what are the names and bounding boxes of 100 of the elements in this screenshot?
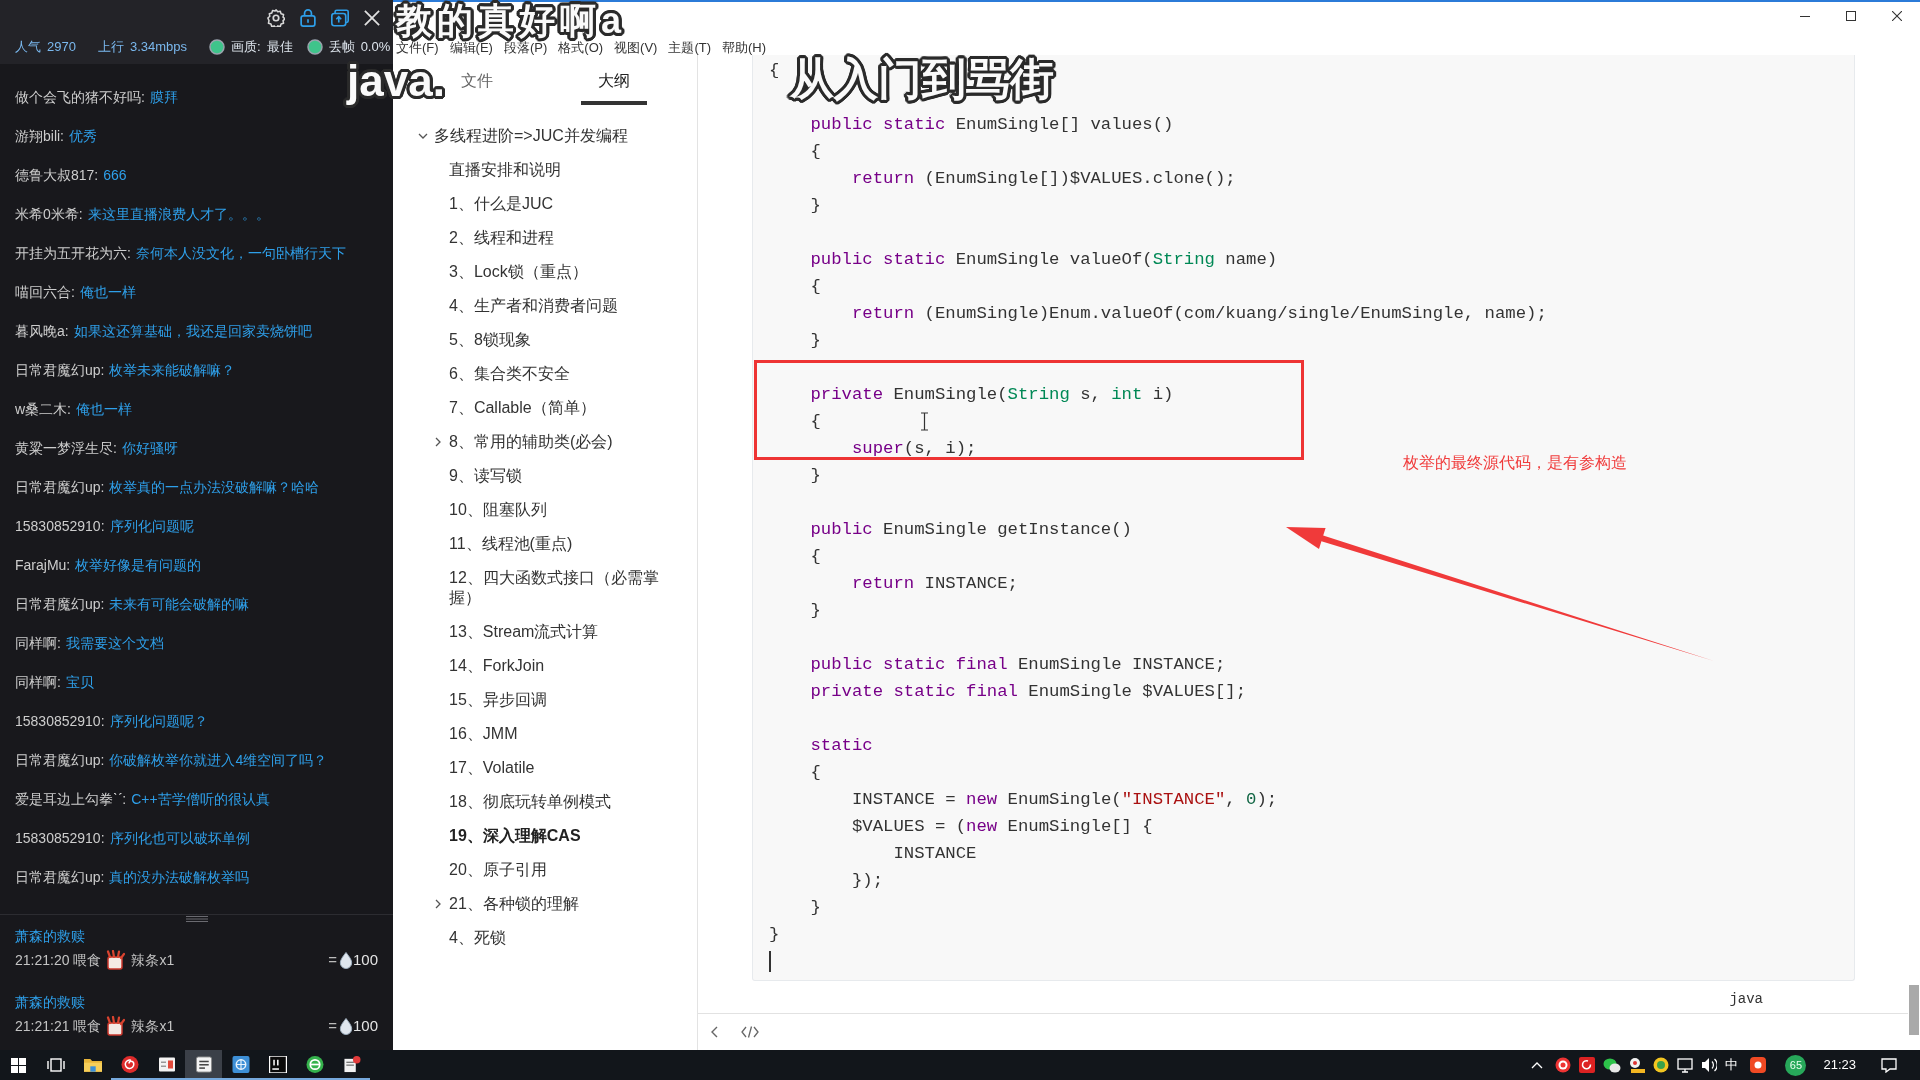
- chevron-right-icon[interactable]: [435, 437, 441, 447]
- square-app-icon: [268, 1055, 287, 1073]
- code-line: public static final EnumSingle INSTANCE;: [810, 654, 1226, 676]
- chat-username: 游翔bili:: [15, 127, 64, 146]
- drop-icon: [338, 951, 353, 969]
- chevron-down-icon[interactable]: [418, 133, 428, 139]
- menu-item[interactable]: 主题(T): [668, 40, 712, 55]
- outline-item[interactable]: 17、Volatile: [449, 758, 535, 778]
- task-view-icon: [46, 1058, 65, 1072]
- circle-app-icon: [305, 1055, 324, 1073]
- text-cursor-icon: [920, 412, 929, 431]
- sidebar-tab[interactable]: 大纲: [580, 68, 647, 105]
- code-line: }: [810, 330, 821, 352]
- gift-amount: 100: [352, 1015, 378, 1036]
- outline-item[interactable]: 21、各种锁的理解: [449, 894, 579, 914]
- chat-username: 15830852910:: [15, 517, 105, 536]
- outline-item[interactable]: 12、四大函数式接口（必需掌握）: [449, 568, 679, 608]
- code-line: static: [810, 735, 873, 757]
- outline-item[interactable]: 19、深入理解CAS: [449, 826, 581, 846]
- code-line: {: [810, 762, 821, 784]
- outline-item[interactable]: 8、常用的辅助类(必会): [449, 432, 613, 452]
- outline-item[interactable]: 10、阻塞队列: [449, 500, 547, 520]
- chat-message-text: 我需要这个文档: [65, 634, 164, 653]
- tray-app-icon[interactable]: [1629, 1057, 1646, 1073]
- chevron-left-icon[interactable]: [711, 1026, 718, 1038]
- chat-message-text: 膜拜: [149, 88, 178, 107]
- outline-item[interactable]: 6、集合类不安全: [449, 364, 570, 384]
- outline-item[interactable]: 5、8锁现象: [449, 330, 531, 350]
- gift-amount: 100: [352, 949, 378, 970]
- menu-item[interactable]: 文件(F): [396, 40, 439, 55]
- code-line: });: [851, 870, 884, 892]
- equals-sign: =: [328, 1015, 337, 1036]
- outline-item[interactable]: 3、Lock锁（重点）: [449, 262, 588, 282]
- volume-icon[interactable]: [1701, 1057, 1718, 1073]
- chat-message-text: 优秀: [69, 127, 97, 146]
- outline-item[interactable]: 2、线程和进程: [449, 228, 554, 248]
- chat-message-text: 宝贝: [65, 673, 94, 692]
- swirl-icon[interactable]: [1579, 1057, 1596, 1073]
- outline-item[interactable]: 9、读写锁: [449, 466, 522, 486]
- tray-app-icon[interactable]: [1653, 1057, 1670, 1073]
- chat-bubbles-icon[interactable]: [1603, 1057, 1622, 1073]
- chat-message-text: 枚举未来能破解嘛？: [109, 361, 236, 380]
- lock-icon[interactable]: [300, 9, 316, 27]
- chevron-up-icon[interactable]: [1531, 1061, 1544, 1069]
- code-line: return (EnumSingle)Enum.valueOf(com/kuang/single/EnumSingle, name);: [851, 303, 1547, 325]
- outline-item[interactable]: 4、死锁: [449, 928, 506, 948]
- settings-icon[interactable]: [267, 9, 285, 27]
- chat-username: 做个会飞的猪不好吗:: [15, 88, 145, 107]
- outline-item[interactable]: 11、线程池(重点): [449, 534, 573, 554]
- code-line: public static EnumSingle valueOf(String name): [810, 249, 1278, 271]
- tray-app-icon[interactable]: [1750, 1057, 1767, 1073]
- scrollbar-thumb[interactable]: [1909, 985, 1919, 1035]
- clock-time[interactable]: 21:23: [1823, 1055, 1856, 1075]
- notification-icon[interactable]: [1881, 1057, 1897, 1073]
- outline-item[interactable]: 18、彻底玩转单例模式: [449, 792, 611, 812]
- windows-logo-icon: [11, 1057, 26, 1073]
- code-line: public static EnumSingle[] values(): [810, 114, 1174, 136]
- outline-item[interactable]: 4、生产者和消费者问题: [449, 296, 618, 316]
- annotation-text: 枚举的最终源代码，是有参构造: [1403, 453, 1627, 473]
- ring-icon[interactable]: [1555, 1057, 1572, 1073]
- code-icon[interactable]: [741, 1026, 759, 1038]
- outline-item[interactable]: 1、什么是JUC: [449, 194, 553, 214]
- stat-label: 人气: [15, 38, 41, 57]
- outline-item[interactable]: 15、异步回调: [449, 690, 547, 710]
- chat-username: 德鲁大叔817:: [15, 166, 99, 185]
- chat-username: FarajMu:: [15, 556, 71, 575]
- outline-item[interactable]: 7、Callable（简单）: [449, 398, 596, 418]
- taskbar-button[interactable]: [185, 1050, 222, 1080]
- code-line: {: [769, 60, 780, 82]
- chat-message-text: 你破解枚举你就进入4维空间了吗？: [109, 751, 328, 770]
- network-icon[interactable]: [1677, 1057, 1694, 1073]
- outline-item[interactable]: 14、ForkJoin: [449, 656, 545, 676]
- chevron-right-icon[interactable]: [435, 899, 441, 909]
- pop-out-icon[interactable]: [331, 9, 349, 27]
- outline-item[interactable]: 直播安排和说明: [449, 160, 561, 180]
- outline-item[interactable]: 16、JMM: [449, 724, 518, 744]
- status-dot-icon: [306, 39, 323, 55]
- close-icon[interactable]: [364, 10, 380, 26]
- chat-username: 15830852910:: [15, 712, 105, 731]
- close-icon: [1892, 11, 1902, 21]
- menu-item[interactable]: 帮助(H): [722, 40, 767, 55]
- menu-item[interactable]: 视图(V): [614, 40, 658, 55]
- chat-username: 黄粱一梦浮生尽:: [15, 439, 117, 458]
- code-language-label[interactable]: java: [1729, 989, 1763, 1009]
- gift-time: 21:21:21 喂食: [15, 1016, 102, 1036]
- code-line: return INSTANCE;: [851, 573, 1018, 595]
- document-icon: [157, 1055, 176, 1073]
- code-line: }: [810, 600, 821, 622]
- gift-name: 辣条x1: [131, 1016, 175, 1036]
- outline-item[interactable]: 20、原子引用: [449, 860, 547, 880]
- input-method-indicator[interactable]: 中: [1725, 1055, 1739, 1075]
- outline-item[interactable]: 多线程进阶=>JUC并发编程: [434, 126, 628, 146]
- code-line: }: [810, 195, 821, 217]
- chat-message-text: 未来有可能会破解的嘛: [109, 595, 250, 614]
- outline-item[interactable]: 13、Stream流式计算: [449, 622, 599, 642]
- chat-username: w桑二木:: [15, 400, 71, 419]
- chat-message-text: 枚举真的一点办法没破解嘛？哈哈: [109, 478, 320, 497]
- drop-icon: [338, 1017, 353, 1035]
- gift-sender-name: 萧森的救赎: [15, 926, 85, 946]
- drag-handle-icon[interactable]: [185, 916, 208, 922]
